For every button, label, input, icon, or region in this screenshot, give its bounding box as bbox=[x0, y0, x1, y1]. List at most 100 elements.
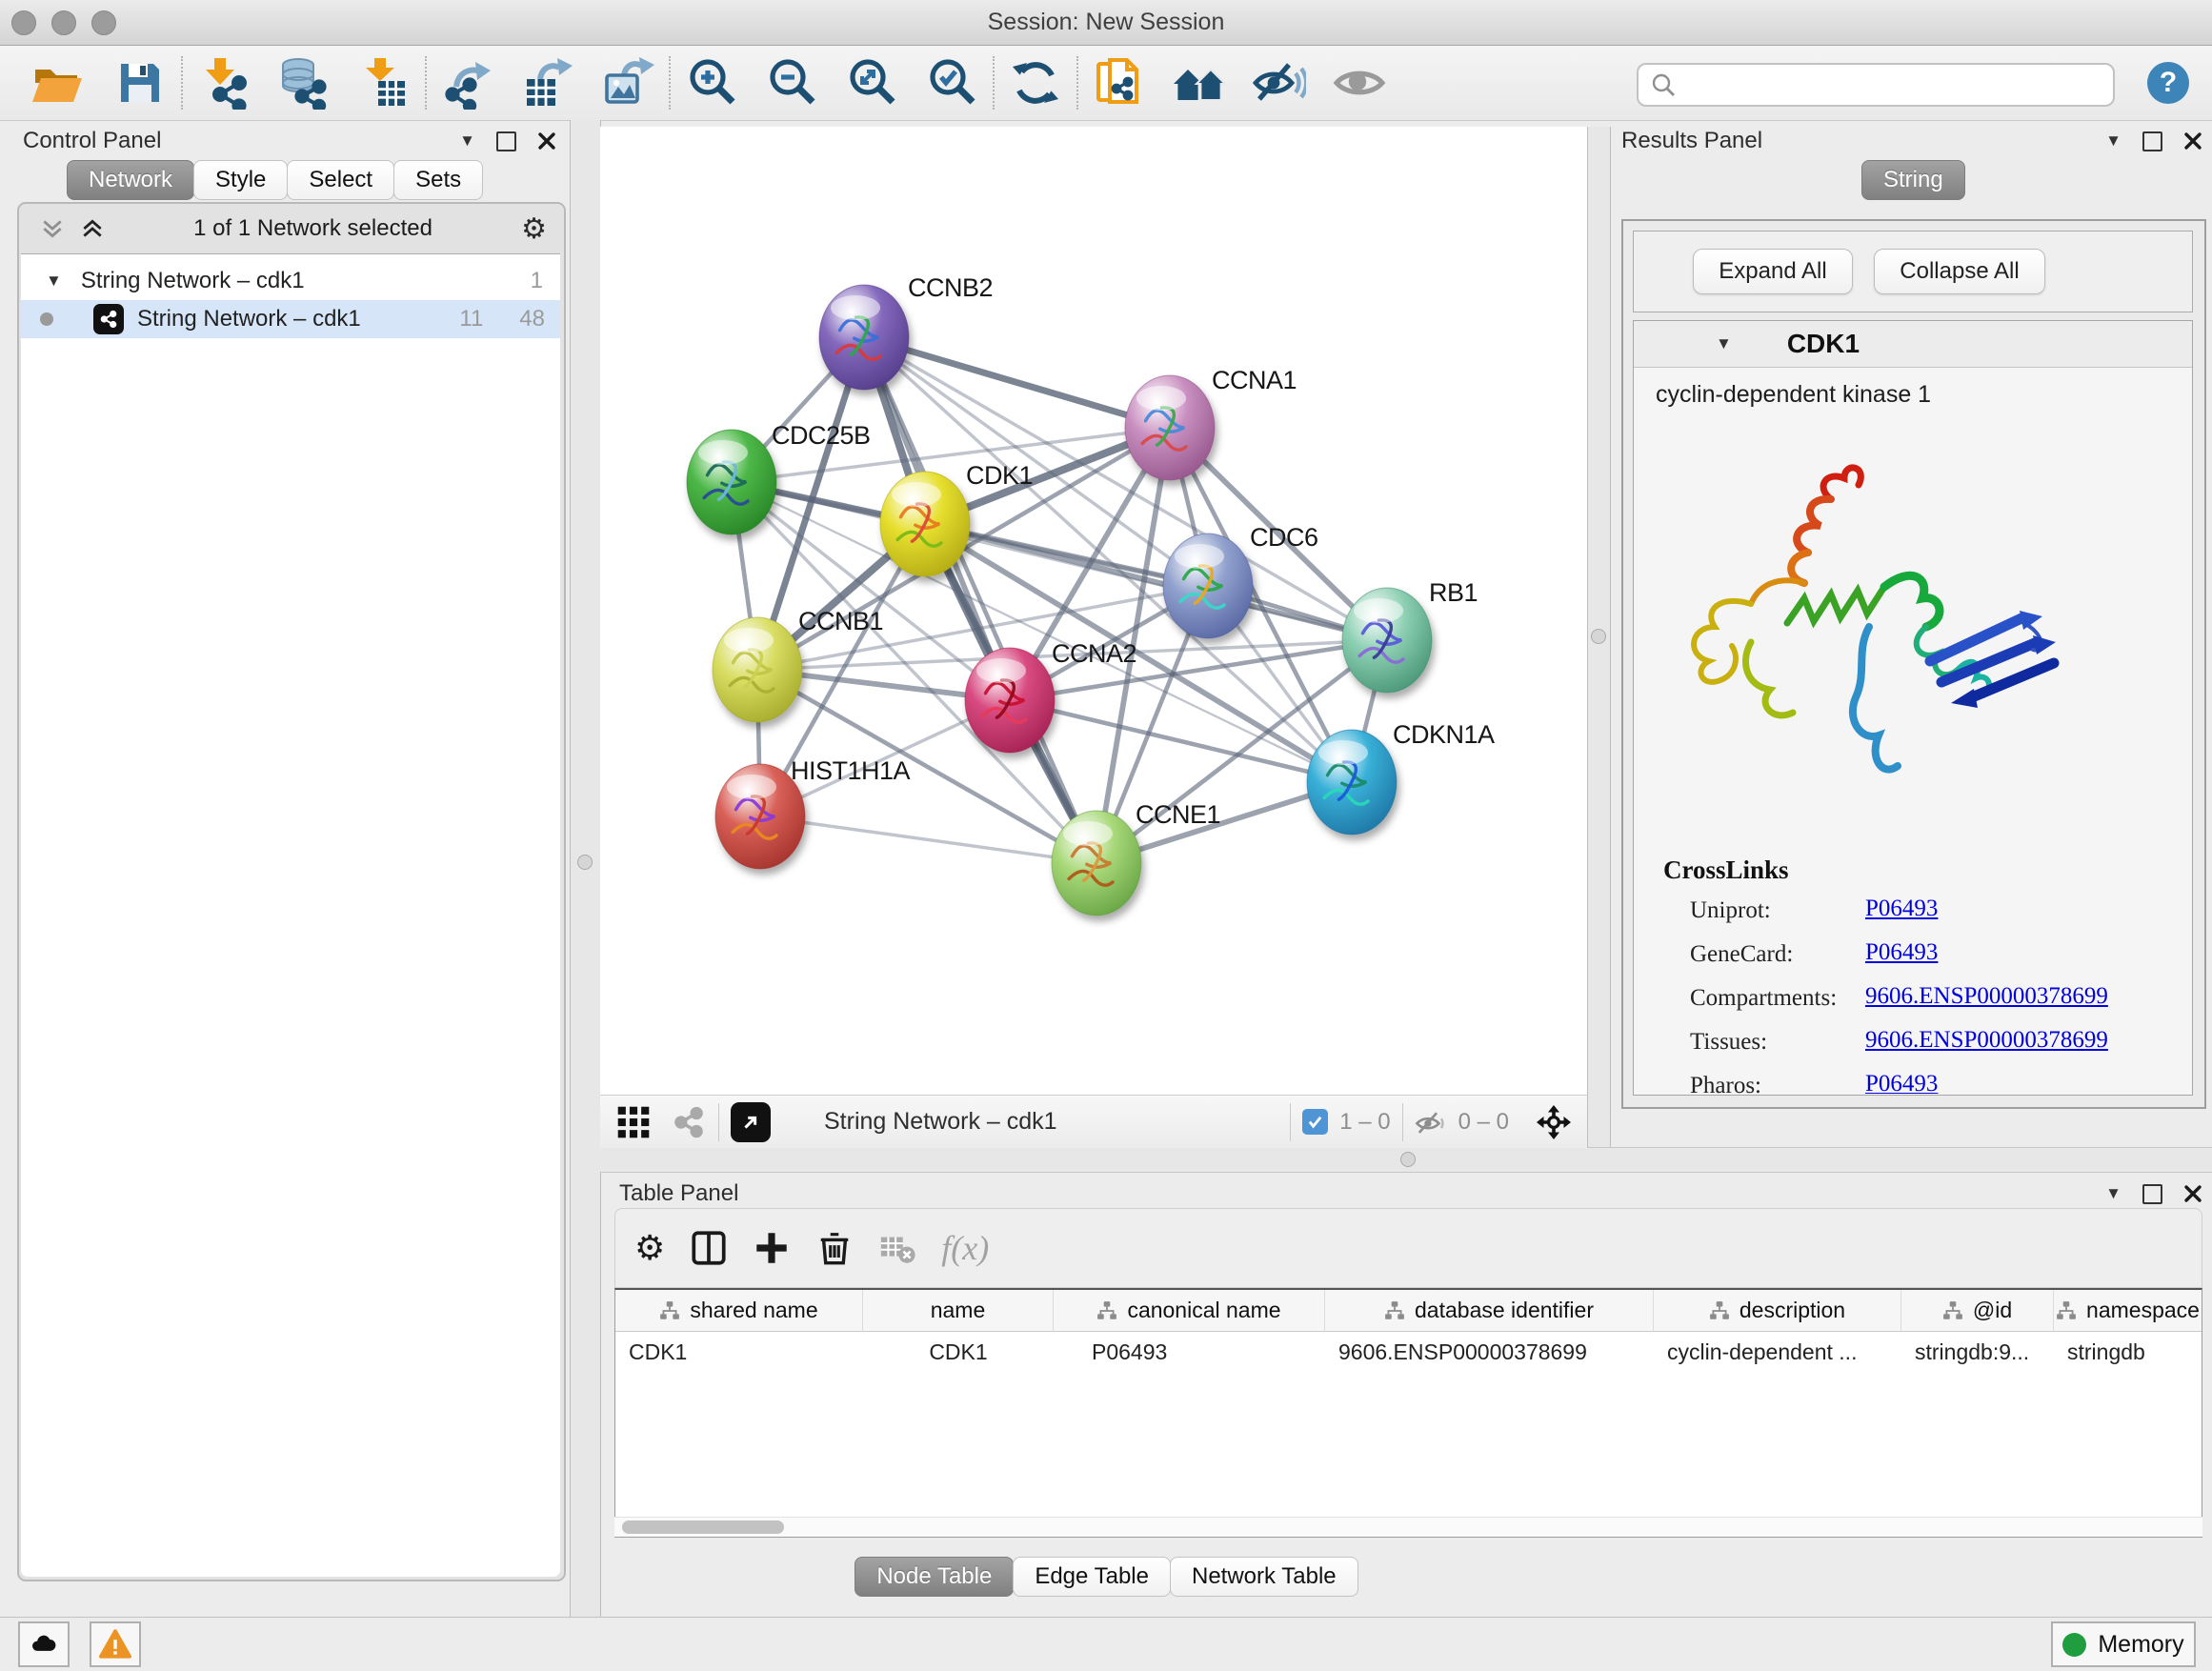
memory-button[interactable]: Memory bbox=[2051, 1621, 2196, 1667]
collapse-all-button[interactable]: Collapse All bbox=[1874, 249, 2045, 294]
network-node-CDC25B[interactable] bbox=[687, 430, 776, 534]
collapse-panel-icon[interactable]: ▼ bbox=[2105, 131, 2122, 151]
horizontal-splitter-grip[interactable] bbox=[1400, 1152, 1416, 1167]
cdk1-entry-header[interactable]: ▼ CDK1 bbox=[1634, 321, 2192, 368]
node-label-HIST1H1A: HIST1H1A bbox=[791, 756, 911, 785]
zoom-out-icon[interactable] bbox=[764, 55, 819, 111]
crosslink-uniprot-link[interactable]: P06493 bbox=[1865, 896, 1938, 922]
cloud-status-button[interactable] bbox=[18, 1621, 70, 1667]
table-row-cell[interactable]: stringdb:9... bbox=[1901, 1332, 2054, 1372]
network-node-RB1[interactable] bbox=[1342, 588, 1432, 693]
delete-table-icon[interactable] bbox=[878, 1229, 916, 1267]
duplicate-network-icon[interactable] bbox=[1092, 55, 1147, 111]
import-network-file-icon[interactable] bbox=[196, 55, 251, 111]
network-collection-row[interactable]: ▼ String Network – cdk1 1 bbox=[21, 262, 560, 300]
network-node-CCNB2[interactable] bbox=[819, 285, 909, 390]
close-panel-icon[interactable] bbox=[537, 131, 556, 151]
table-row-cell[interactable]: P06493 bbox=[1054, 1332, 1325, 1372]
collapse-panel-icon[interactable]: ▼ bbox=[2105, 1184, 2122, 1203]
warnings-button[interactable] bbox=[90, 1621, 141, 1667]
network-share-icon[interactable] bbox=[671, 1104, 707, 1140]
hidden-eye-icon[interactable] bbox=[1415, 1106, 1447, 1138]
network-node-CCNE1[interactable] bbox=[1052, 811, 1141, 916]
column-header-database-identifier[interactable]: database identifier bbox=[1325, 1290, 1654, 1332]
close-panel-icon[interactable] bbox=[2183, 1184, 2202, 1203]
crosslink-pharos-link[interactable]: P06493 bbox=[1865, 1071, 1938, 1094]
birdseye-view-icon[interactable] bbox=[731, 1102, 771, 1142]
network-node-CDKN1A[interactable] bbox=[1307, 730, 1397, 835]
float-panel-icon[interactable] bbox=[2142, 1184, 2162, 1204]
network-canvas[interactable]: CCNB2CCNA1CDC25BCDK1CDC6RB1CCNB1CCNA2CDK… bbox=[600, 127, 1587, 1095]
delete-column-trash-icon[interactable] bbox=[815, 1229, 854, 1267]
network-node-CDK1[interactable] bbox=[880, 472, 970, 576]
help-icon[interactable]: ? bbox=[2147, 62, 2189, 104]
network-view-title: String Network – cdk1 bbox=[824, 1108, 1057, 1136]
collection-expander-icon[interactable]: ▼ bbox=[46, 272, 62, 291]
table-row-cell[interactable]: CDK1 bbox=[863, 1332, 1054, 1372]
grid-view-icon[interactable] bbox=[615, 1104, 652, 1140]
open-session-icon[interactable] bbox=[29, 55, 84, 111]
float-panel-icon[interactable] bbox=[2142, 131, 2162, 151]
network-node-CCNA1[interactable] bbox=[1125, 375, 1215, 480]
search-input[interactable] bbox=[1684, 67, 2098, 99]
show-columns-icon[interactable] bbox=[690, 1229, 728, 1267]
table-horizontal-scrollbar[interactable] bbox=[614, 1517, 2202, 1537]
crosslink-tissues-link[interactable]: 9606.ENSP00000378699 bbox=[1865, 1027, 2108, 1054]
close-panel-icon[interactable] bbox=[2183, 131, 2202, 151]
column-header-id[interactable]: @id bbox=[1901, 1290, 2054, 1332]
apply-function-icon[interactable]: f(x) bbox=[941, 1228, 989, 1268]
hide-details-eye-icon[interactable] bbox=[1252, 55, 1307, 111]
create-column-plus-icon[interactable] bbox=[753, 1229, 791, 1267]
export-image-icon[interactable] bbox=[600, 55, 655, 111]
expand-all-networks-icon[interactable] bbox=[80, 216, 105, 241]
tab-edge-table[interactable]: Edge Table bbox=[1013, 1557, 1171, 1597]
tab-select[interactable]: Select bbox=[287, 160, 394, 200]
tab-style[interactable]: Style bbox=[193, 160, 288, 200]
collapse-all-networks-icon[interactable] bbox=[40, 216, 65, 241]
column-header-canonical-name[interactable]: canonical name bbox=[1054, 1290, 1325, 1332]
expand-all-button[interactable]: Expand All bbox=[1693, 249, 1853, 294]
first-neighbors-home-icon[interactable] bbox=[1172, 55, 1227, 111]
left-splitter-grip[interactable] bbox=[577, 855, 593, 870]
zoom-selected-icon[interactable] bbox=[924, 55, 979, 111]
import-network-database-icon[interactable] bbox=[276, 55, 332, 111]
column-header-description[interactable]: description bbox=[1654, 1290, 1901, 1332]
export-network-icon[interactable] bbox=[440, 55, 495, 111]
crosslink-compartments-link[interactable]: 9606.ENSP00000378699 bbox=[1865, 983, 2108, 1010]
tab-string[interactable]: String bbox=[1861, 160, 1965, 200]
fit-selected-crosshair-icon[interactable] bbox=[1534, 1102, 1574, 1142]
network-options-gear-icon[interactable]: ⚙ bbox=[521, 212, 547, 246]
tab-node-table[interactable]: Node Table bbox=[855, 1557, 1014, 1597]
zoom-in-icon[interactable] bbox=[684, 55, 739, 111]
show-graphics-eye-icon[interactable] bbox=[1332, 55, 1387, 111]
network-node-CCNA2[interactable] bbox=[965, 648, 1055, 753]
table-row-cell[interactable]: stringdb bbox=[2054, 1332, 2202, 1372]
tab-network-table[interactable]: Network Table bbox=[1170, 1557, 1358, 1597]
network-row-selected[interactable]: String Network – cdk1 11 48 bbox=[21, 300, 560, 338]
right-splitter-grip[interactable] bbox=[1591, 629, 1606, 644]
column-header-shared-name[interactable]: shared name bbox=[615, 1290, 863, 1332]
selected-checkbox-icon[interactable] bbox=[1302, 1109, 1328, 1135]
collapse-panel-icon[interactable]: ▼ bbox=[459, 131, 475, 151]
fit-content-icon[interactable] bbox=[844, 55, 899, 111]
network-node-CDC6[interactable] bbox=[1163, 534, 1253, 638]
scrollbar-thumb[interactable] bbox=[622, 1520, 784, 1534]
table-row-cell[interactable]: 9606.ENSP00000378699 bbox=[1325, 1332, 1654, 1372]
entry-expander-icon[interactable]: ▼ bbox=[1716, 334, 1732, 353]
save-session-icon[interactable] bbox=[112, 55, 168, 111]
tab-sets[interactable]: Sets bbox=[393, 160, 483, 200]
import-table-file-icon[interactable] bbox=[356, 55, 412, 111]
crosslink-genecard-link[interactable]: P06493 bbox=[1865, 939, 1938, 966]
table-row-cell[interactable]: cyclin-dependent ... bbox=[1654, 1332, 1901, 1372]
float-panel-icon[interactable] bbox=[496, 131, 516, 151]
table-row-cell[interactable]: CDK1 bbox=[615, 1332, 863, 1372]
tab-network[interactable]: Network bbox=[67, 160, 194, 200]
table-options-gear-icon[interactable]: ⚙ bbox=[634, 1229, 665, 1268]
network-node-CCNB1[interactable] bbox=[713, 617, 802, 722]
export-table-icon[interactable] bbox=[520, 55, 575, 111]
column-header-namespace[interactable]: namespace bbox=[2054, 1290, 2202, 1332]
network-edge[interactable] bbox=[864, 337, 1170, 428]
refresh-view-icon[interactable] bbox=[1008, 55, 1063, 111]
column-header-name[interactable]: name bbox=[863, 1290, 1054, 1332]
network-edge[interactable] bbox=[760, 816, 1096, 863]
